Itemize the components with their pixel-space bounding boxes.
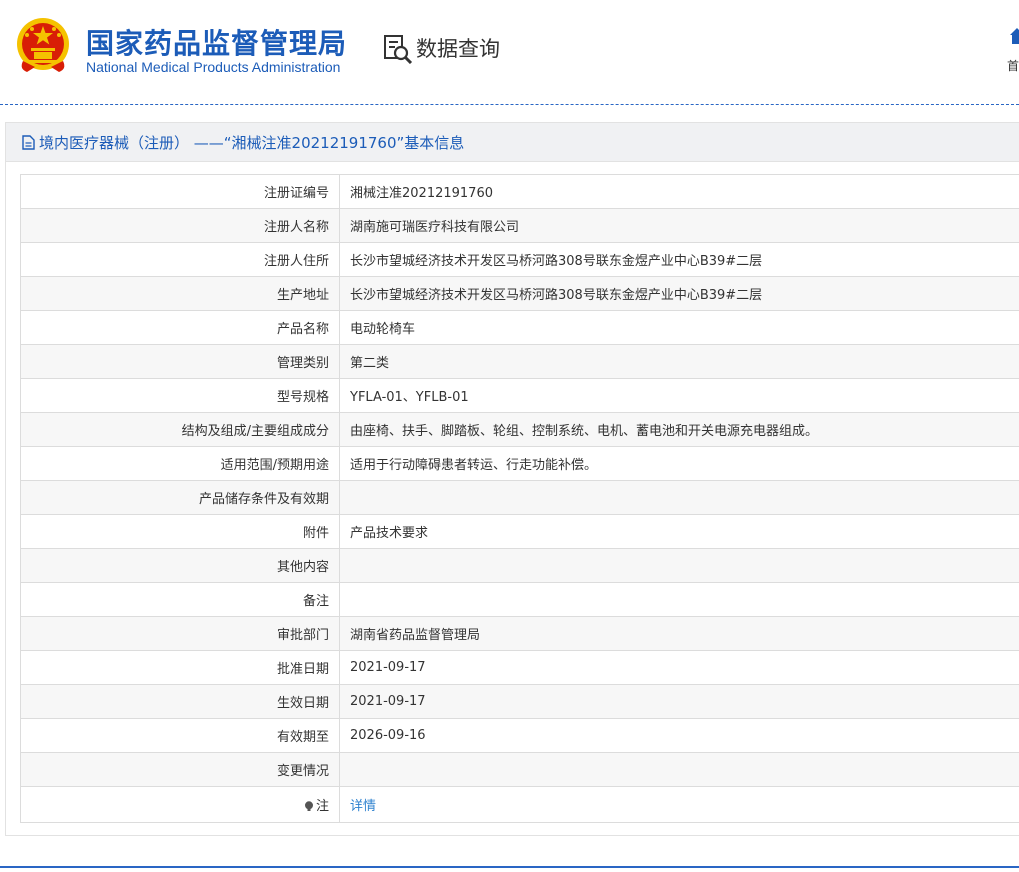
row-value: 湘械注准20212191760 [339,174,1019,209]
table-row: 注册人名称 湖南施可瑞医疗科技有限公司 [20,208,1019,243]
note-label: 注 [315,799,329,814]
row-label: 审批部门 [20,616,340,651]
row-value: 2021-09-17 [339,650,1019,685]
row-value: 2021-09-17 [339,684,1019,719]
table-row: 有效期至 2026-09-16 [20,718,1019,753]
row-value [339,548,1019,583]
table-row: 批准日期 2021-09-17 [20,650,1019,685]
row-label: 产品名称 [20,310,340,345]
row-value: 湖南施可瑞医疗科技有限公司 [339,208,1019,243]
row-value: 电动轮椅车 [339,310,1019,345]
registration-info-table: 注册证编号 湘械注准20212191760 注册人名称 湖南施可瑞医疗科技有限公司 注册… [20,174,1019,823]
search-document-icon [384,35,413,64]
row-value: 产品技术要求 [339,514,1019,549]
table-row: 备注 [20,582,1019,617]
row-label: 注册人名称 [20,208,340,243]
row-label: 有效期至 [20,718,340,753]
table-row: 注册人住所 长沙市望城经济技术开发区马桥河路308号联东金煜产业中心B39#二层 [20,242,1019,277]
footer-divider [0,866,1019,868]
home-icon [1010,28,1019,44]
row-label: 管理类别 [20,344,340,379]
row-label: 附件 [20,514,340,549]
site-header: 国家药品监督管理局 National Medical Products Admi… [0,0,1019,104]
row-value: 2026-09-16 [339,718,1019,753]
row-value [339,480,1019,515]
table-row-note: 注 详情 [20,786,1019,823]
table-row: 生产地址 长沙市望城经济技术开发区马桥河路308号联东金煜产业中心B39#二层 [20,276,1019,311]
row-value: 适用于行动障碍患者转运、行走功能补偿。 [339,446,1019,481]
row-label: 其他内容 [20,548,340,583]
row-label: 型号规格 [20,378,340,413]
row-value: 湖南省药品监督管理局 [339,616,1019,651]
document-icon [22,135,35,150]
table-row: 审批部门 湖南省药品监督管理局 [20,616,1019,651]
row-label: 备注 [20,582,340,617]
table-row: 产品储存条件及有效期 [20,480,1019,515]
table-row: 其他内容 [20,548,1019,583]
row-value: 长沙市望城经济技术开发区马桥河路308号联东金煜产业中心B39#二层 [339,242,1019,277]
home-label: 首 [1007,59,1019,73]
table-row: 生效日期 2021-09-17 [20,684,1019,719]
bulb-icon [304,801,313,811]
panel-header: 境内医疗器械（注册） ——“湘械注准20212191760”基本信息 [6,123,1019,162]
row-value: 长沙市望城经济技术开发区马桥河路308号联东金煜产业中心B39#二层 [339,276,1019,311]
table-row: 产品名称 电动轮椅车 [20,310,1019,345]
home-link[interactable]: 首 [1004,26,1019,76]
detail-link[interactable]: 详情 [350,799,376,814]
row-label: 适用范围/预期用途 [20,446,340,481]
row-value: YFLA-01、YFLB-01 [339,378,1019,413]
table-row: 注册证编号 湘械注准20212191760 [20,174,1019,209]
panel-title: 境内医疗器械（注册） ——“湘械注准20212191760”基本信息 [39,134,465,152]
info-table-body: 注册证编号 湘械注准20212191760 注册人名称 湖南施可瑞医疗科技有限公司 注册… [20,174,1019,823]
row-value: 由座椅、扶手、脚踏板、轮组、控制系统、电机、蓄电池和开关电源充电器组成。 [339,412,1019,447]
info-panel: 境内医疗器械（注册） ——“湘械注准20212191760”基本信息 注册证编号… [5,122,1019,836]
data-query-label: 数据查询 [416,37,500,61]
table-row: 型号规格 YFLA-01、YFLB-01 [20,378,1019,413]
table-row: 附件 产品技术要求 [20,514,1019,549]
table-row: 管理类别 第二类 [20,344,1019,379]
row-label: 注册证编号 [20,174,340,209]
row-label: 批准日期 [20,650,340,685]
row-label: 注册人住所 [20,242,340,277]
table-row: 变更情况 [20,752,1019,787]
row-label: 生效日期 [20,684,340,719]
org-name-en: National Medical Products Administration [86,59,341,75]
national-emblem-icon [17,18,69,72]
row-label: 生产地址 [20,276,340,311]
table-row: 适用范围/预期用途 适用于行动障碍患者转运、行走功能补偿。 [20,446,1019,481]
row-value: 详情 [339,786,1019,823]
org-name-cn: 国家药品监督管理局 [86,27,348,60]
row-label: 结构及组成/主要组成成分 [20,412,340,447]
header-divider [0,104,1019,105]
row-label: 变更情况 [20,752,340,787]
row-value [339,582,1019,617]
row-value: 第二类 [339,344,1019,379]
row-label: 产品储存条件及有效期 [20,480,340,515]
row-label: 注 [20,786,340,823]
data-query-nav[interactable]: 数据查询 [383,32,500,64]
row-value [339,752,1019,787]
table-row: 结构及组成/主要组成成分 由座椅、扶手、脚踏板、轮组、控制系统、电机、蓄电池和开关… [20,412,1019,447]
